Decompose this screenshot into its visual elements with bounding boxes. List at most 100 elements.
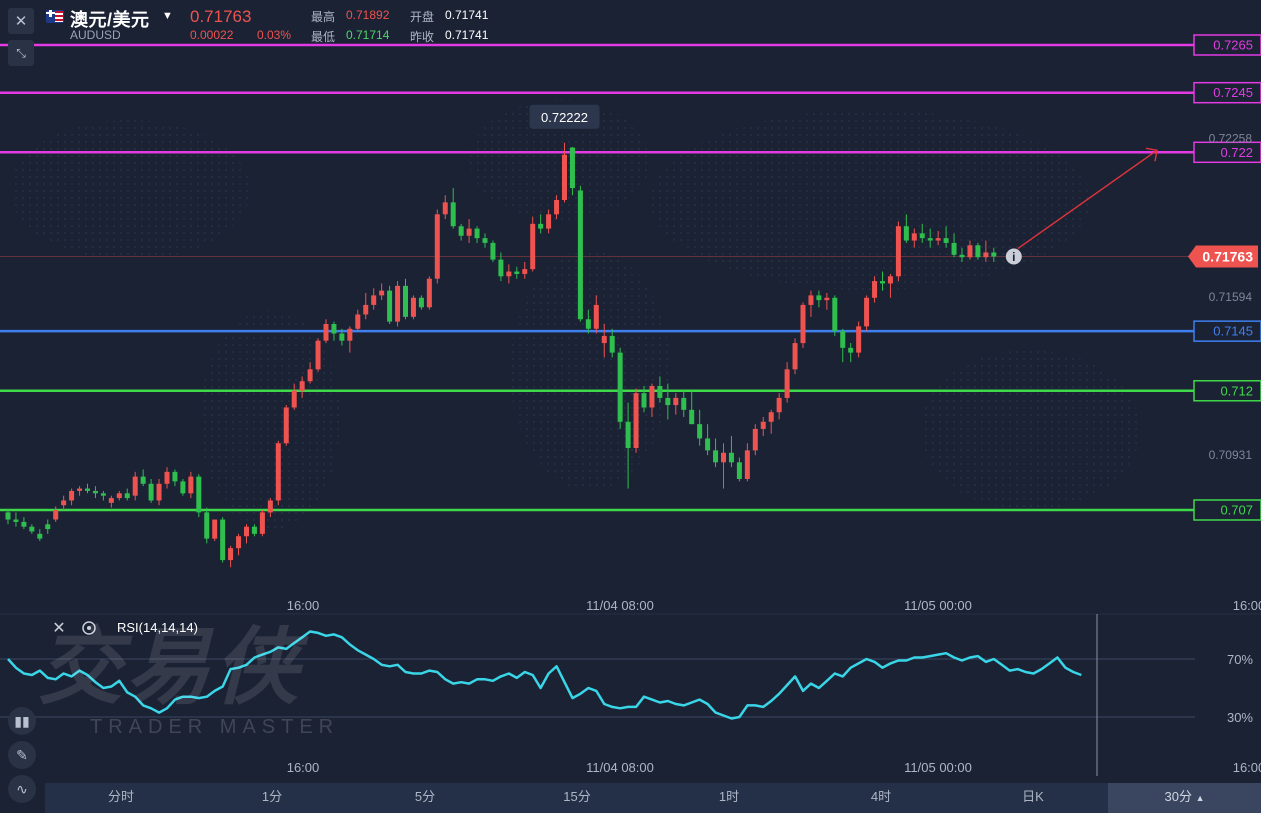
candle-body [800, 304, 806, 344]
timeframe-bar [45, 783, 1261, 813]
candle-body [951, 242, 957, 255]
candle-body [220, 519, 226, 561]
watermark-logo: 交易侠 [38, 620, 303, 714]
tf-1d[interactable]: 日K [998, 783, 1068, 813]
candle-body [689, 409, 695, 425]
australia-flag-icon [46, 10, 64, 23]
draw-tool[interactable]: ✎ [8, 741, 36, 769]
candle-body [29, 526, 35, 532]
candle-body [204, 512, 210, 539]
candle-body [943, 238, 949, 243]
candle-body [967, 245, 973, 258]
price-tick-label: 0.71594 [1209, 290, 1253, 304]
indicator-tool[interactable]: ∿ [8, 775, 36, 803]
candle-body [180, 481, 186, 494]
candle-body [848, 347, 854, 353]
candle-body [585, 319, 591, 329]
candle-body [251, 526, 257, 534]
candle-body [418, 297, 424, 308]
candle-body [824, 297, 830, 301]
price-tick-label: 0.72258 [1209, 131, 1253, 145]
tf-1h[interactable]: 1时 [694, 783, 764, 813]
candle-body [498, 259, 504, 277]
candle-body [713, 450, 719, 463]
candle-body [657, 386, 663, 398]
pencil-icon: ✎ [16, 746, 28, 763]
candle-body [156, 483, 162, 501]
collapse-button[interactable]: ⤡ [8, 40, 34, 66]
candle-body [911, 233, 917, 241]
low-value: 0.71714 [346, 28, 390, 42]
candle-body [132, 476, 138, 496]
candle-body [919, 233, 925, 239]
candle-body [593, 304, 599, 329]
caret-down-icon[interactable]: ▼ [162, 10, 173, 22]
level-label: 0.7245 [1213, 85, 1253, 100]
candle-body [124, 493, 130, 499]
tf-15m[interactable]: 15分 [542, 783, 612, 813]
candle-body [37, 533, 43, 539]
candle-body [21, 521, 27, 527]
close-button[interactable]: ✕ [8, 8, 34, 34]
candle-body [188, 476, 194, 494]
candle-body [903, 226, 909, 241]
candle-body [697, 424, 703, 439]
candle-body [577, 190, 583, 320]
candle-body [784, 369, 790, 398]
candle-body [315, 340, 321, 370]
candle-body [744, 450, 750, 479]
candle-body [895, 226, 901, 277]
tf-4h[interactable]: 4时 [846, 783, 916, 813]
open-value: 0.71741 [445, 8, 489, 22]
candle-body [77, 488, 83, 491]
candle-body [339, 333, 345, 341]
candle-body [546, 214, 552, 229]
collapse-icon: ⤡ [16, 45, 26, 60]
time-axis-label: 16:00 [1233, 598, 1261, 613]
candle-body [768, 412, 774, 422]
candle-body [522, 269, 528, 274]
level-label: 0.722 [1220, 145, 1253, 160]
tf-5m[interactable]: 5分 [390, 783, 460, 813]
candle-body [434, 214, 440, 279]
symbol-code: AUDUSD [70, 28, 121, 42]
candles-tool[interactable]: ▮▮ [8, 707, 36, 735]
tf-30m-selected[interactable]: 30分 ▲ [1108, 783, 1261, 813]
candle-body [840, 331, 846, 348]
candle-body [116, 493, 122, 499]
candle-body [466, 228, 472, 236]
prev-close-label: 昨收 [410, 30, 435, 44]
candle-body [426, 278, 432, 308]
last-price: 0.71763 [190, 7, 252, 26]
candle-body [53, 510, 59, 520]
prev-close-value: 0.71741 [445, 28, 489, 42]
candle-body [331, 324, 337, 334]
candle-body [371, 295, 377, 305]
open-label: 开盘 [410, 10, 435, 24]
candle-body [792, 343, 798, 370]
close-icon: ✕ [14, 13, 28, 30]
candle-body [991, 252, 997, 257]
candle-body [506, 271, 512, 277]
candle-body [291, 390, 297, 408]
candle-body [395, 285, 401, 322]
candle-body [108, 498, 114, 503]
candle-body [625, 421, 631, 448]
candle-body [140, 476, 146, 484]
candle-body [808, 295, 814, 305]
candle-body [347, 328, 353, 341]
candle-body [363, 304, 369, 315]
candle-body [148, 483, 154, 501]
tf-1m[interactable]: 1分 [237, 783, 307, 813]
candle-body [100, 493, 106, 496]
rsi-level-label: 30% [1227, 710, 1253, 725]
tf-tick[interactable]: 分时 [86, 783, 156, 813]
candle-body [5, 512, 11, 520]
candle-body [164, 471, 170, 484]
high-label: 最高 [311, 10, 336, 24]
candle-body [355, 314, 361, 329]
candle-body [514, 271, 520, 274]
candle-body [609, 335, 615, 353]
candle-body [641, 393, 647, 408]
candle-body [69, 490, 75, 501]
